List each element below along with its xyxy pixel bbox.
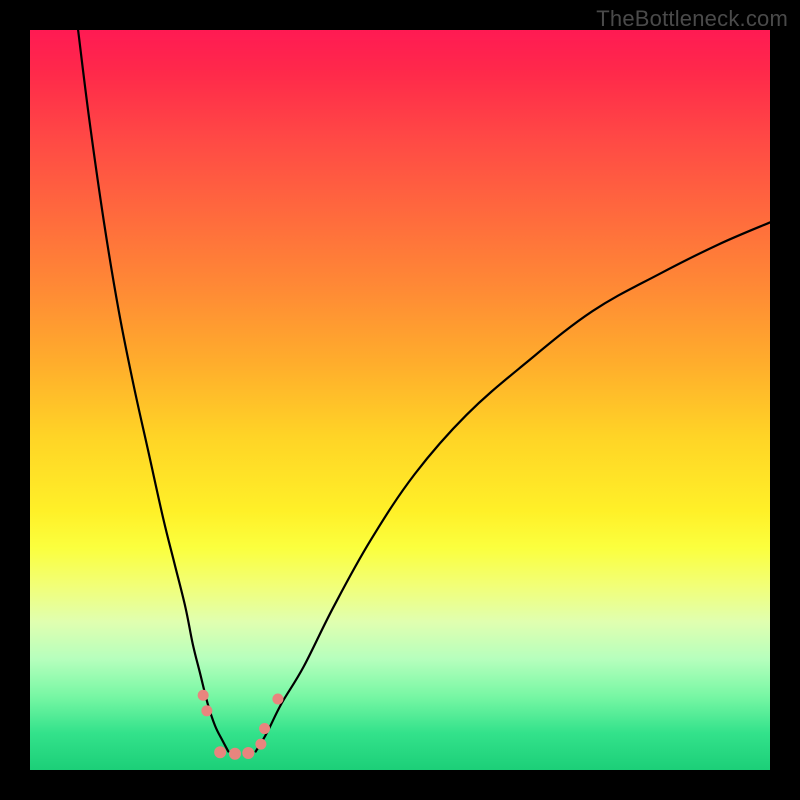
data-point xyxy=(242,747,254,759)
data-point xyxy=(272,693,283,704)
data-point xyxy=(201,705,212,716)
plot-area xyxy=(30,30,770,770)
chart-svg xyxy=(30,30,770,770)
watermark-text: TheBottleneck.com xyxy=(596,6,788,32)
data-point xyxy=(229,748,241,760)
right-curve xyxy=(256,222,770,751)
left-curve xyxy=(78,30,228,752)
data-point xyxy=(259,723,270,734)
chart-frame: TheBottleneck.com xyxy=(0,0,800,800)
data-point xyxy=(214,746,226,758)
data-point xyxy=(255,739,266,750)
data-point xyxy=(198,690,209,701)
